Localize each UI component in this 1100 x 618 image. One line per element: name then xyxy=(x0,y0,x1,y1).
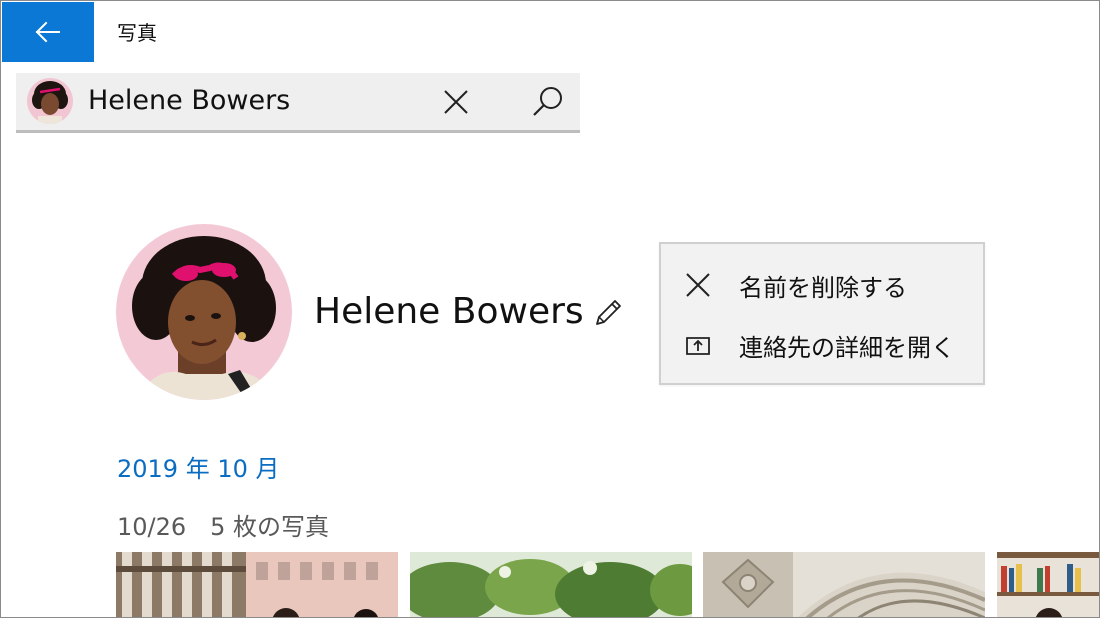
search-person-avatar xyxy=(27,78,73,124)
menu-item-open-contact[interactable]: 連絡先の詳細を開く xyxy=(661,315,983,373)
photo-thumbnail[interactable] xyxy=(410,552,692,617)
photos-window: 写真 Helene Bowers Helene Bowers 名前を削除する 連… xyxy=(0,0,1100,618)
search-input[interactable]: Helene Bowers xyxy=(88,85,290,116)
month-heading[interactable]: 2019 年 10 月 xyxy=(117,449,280,484)
pencil-icon xyxy=(596,300,621,325)
person-name: Helene Bowers xyxy=(314,291,584,332)
edit-name-button[interactable] xyxy=(591,296,625,330)
open-contact-icon xyxy=(686,337,710,355)
back-button[interactable] xyxy=(2,2,94,62)
menu-item-label: 連絡先の詳細を開く xyxy=(739,334,955,362)
photo-grid xyxy=(116,552,1099,617)
photo-thumbnail[interactable] xyxy=(997,552,1099,617)
photo-thumbnail[interactable] xyxy=(703,552,985,617)
search-clear-button[interactable] xyxy=(440,86,472,118)
search-button[interactable] xyxy=(530,84,566,120)
search-icon xyxy=(533,87,562,116)
person-avatar xyxy=(116,224,292,400)
menu-item-label: 名前を削除する xyxy=(739,274,907,302)
arrow-left-icon xyxy=(35,21,60,43)
close-icon xyxy=(444,90,468,114)
photo-thumbnail[interactable] xyxy=(116,552,398,617)
day-heading: 10/26 5 枚の写真 xyxy=(117,513,330,541)
context-menu: 名前を削除する 連絡先の詳細を開く xyxy=(659,242,985,385)
search-box[interactable]: Helene Bowers xyxy=(16,73,580,133)
close-icon xyxy=(686,273,710,297)
menu-item-remove-name[interactable]: 名前を削除する xyxy=(661,255,983,313)
app-title: 写真 xyxy=(117,21,157,45)
